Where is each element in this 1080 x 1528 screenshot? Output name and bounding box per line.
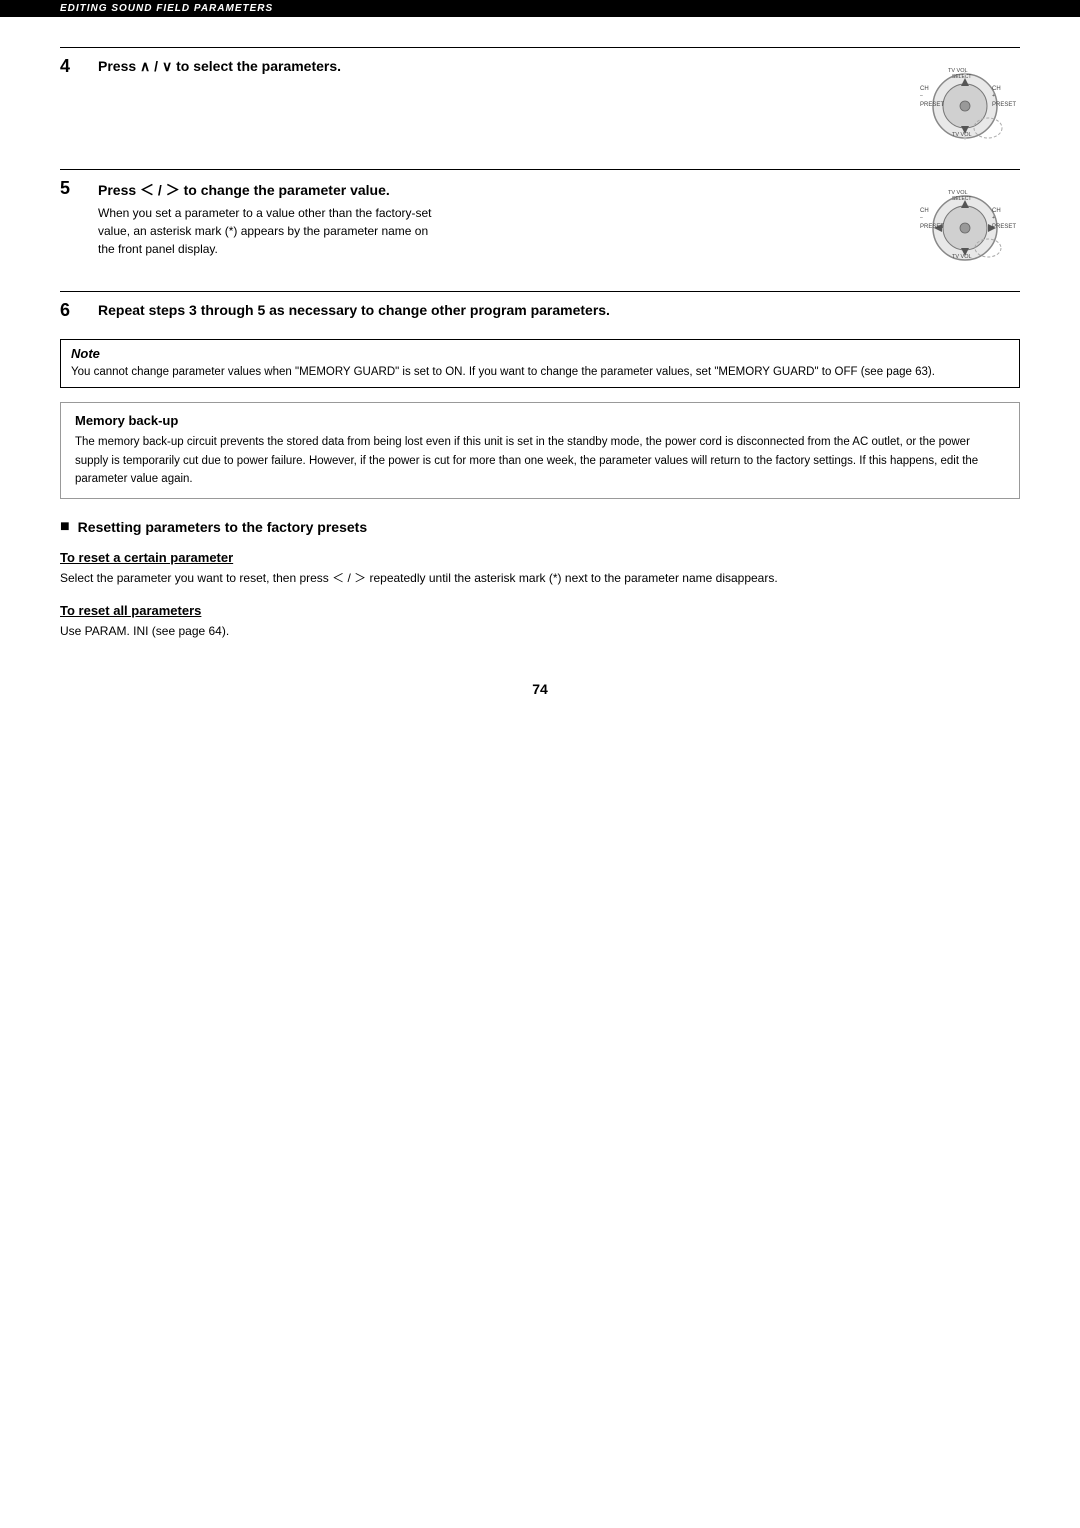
note-text: You cannot change parameter values when … [71,364,1009,381]
step-6-title: Repeat steps 3 through 5 as necessary to… [98,302,1020,318]
svg-text:PRESET: PRESET [920,224,944,230]
step-5-knob-svg: CH – PRESET CH + PRESET TV VOL SELECT TV… [910,180,1020,270]
svg-text:+: + [992,93,995,99]
svg-text:TV VOL: TV VOL [952,132,972,138]
note-title: Note [71,346,1009,361]
reset-all-text: Use PARAM. INI (see page 64). [60,622,1020,641]
step-4-number: 4 [60,56,88,77]
step-5-title: Press ＜ / ＞ to change the parameter valu… [98,180,890,200]
header-label: EDITING SOUND FIELD PARAMETERS [60,3,273,14]
page: EDITING SOUND FIELD PARAMETERS 4 Press ∧… [0,0,1080,1528]
step-5-content: Press ＜ / ＞ to change the parameter valu… [98,180,890,258]
step-4-knob-svg: CH – PRESET CH + PRESET TV VOL SELECT TV… [910,58,1020,148]
header-bar: EDITING SOUND FIELD PARAMETERS [0,0,1080,17]
step-6-content: Repeat steps 3 through 5 as necessary to… [98,302,1020,318]
svg-text:TV VOL: TV VOL [952,254,972,260]
step-6-row: 6 Repeat steps 3 through 5 as necessary … [60,291,1020,321]
memory-backup-box: Memory back-up The memory back-up circui… [60,402,1020,499]
step-5-row: 5 Press ＜ / ＞ to change the parameter va… [60,169,1020,273]
step-5-number: 5 [60,178,88,199]
resetting-section-title: ■ Resetting parameters to the factory pr… [60,519,1020,536]
svg-text:PRESET: PRESET [992,102,1016,108]
svg-text:CH: CH [920,208,929,214]
svg-text:PRESET: PRESET [920,102,944,108]
note-box: Note You cannot change parameter values … [60,339,1020,388]
resetting-section: ■ Resetting parameters to the factory pr… [60,519,1020,640]
reset-certain-heading: To reset a certain parameter [60,550,1020,565]
section-bullet: ■ [60,518,70,536]
resetting-title-text: Resetting parameters to the factory pres… [78,519,367,535]
step-5-image: CH – PRESET CH + PRESET TV VOL SELECT TV… [910,180,1020,273]
svg-text:+: + [992,215,995,221]
page-number: 74 [60,681,1020,717]
step-4-row: 4 Press ∧ / ∨ to select the parameters. [60,47,1020,151]
memory-backup-text: The memory back-up circuit prevents the … [75,433,1005,488]
reset-certain-text: Select the parameter you want to reset, … [60,569,1020,588]
content: 4 Press ∧ / ∨ to select the parameters. [0,37,1080,777]
svg-text:CH: CH [920,86,929,92]
reset-all-heading: To reset all parameters [60,603,1020,618]
svg-text:PRESET: PRESET [992,224,1016,230]
step-5-body: When you set a parameter to a value othe… [98,204,438,258]
svg-text:SELECT: SELECT [952,74,971,80]
memory-backup-title: Memory back-up [75,413,1005,428]
svg-text:–: – [920,215,923,221]
step-6-number: 6 [60,300,88,321]
step-4-content: Press ∧ / ∨ to select the parameters. [98,58,890,75]
step-4-image: CH – PRESET CH + PRESET TV VOL SELECT TV… [910,58,1020,151]
svg-text:CH: CH [992,86,1001,92]
step-4-title: Press ∧ / ∨ to select the parameters. [98,58,890,75]
svg-text:SELECT: SELECT [952,196,971,202]
svg-text:CH: CH [992,208,1001,214]
svg-text:–: – [920,93,923,99]
